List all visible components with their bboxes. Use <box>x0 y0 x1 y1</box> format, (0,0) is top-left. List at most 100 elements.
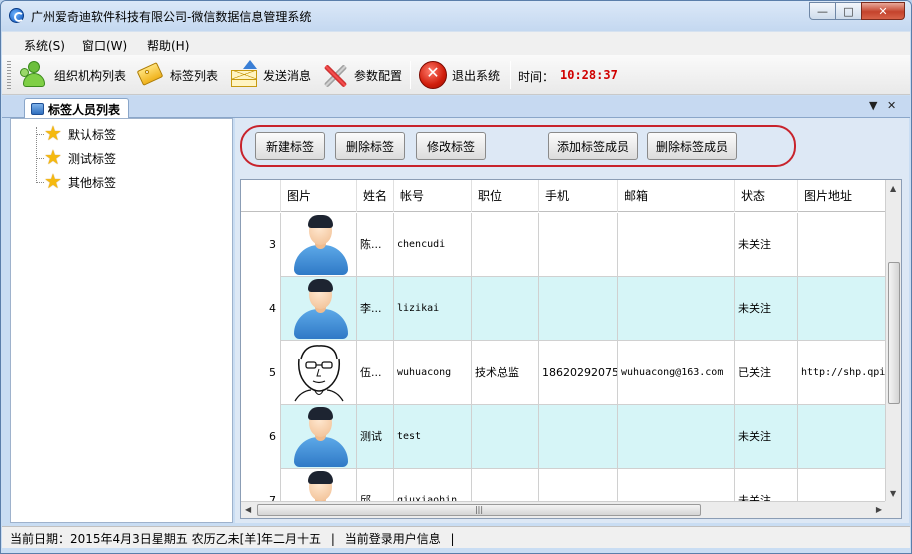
scroll-left-icon[interactable]: ◀ <box>245 505 251 514</box>
vertical-scroll-thumb[interactable] <box>888 262 900 404</box>
table-row[interactable]: 3 陈... chencudi 未关注 <box>241 213 886 277</box>
horizontal-scroll-thumb[interactable]: ||| <box>257 504 701 516</box>
menu-help[interactable]: 帮助(H) <box>147 37 189 54</box>
tree-item-label: 默认标签 <box>68 127 117 142</box>
column-header-phone[interactable]: 手机 <box>539 180 618 212</box>
tree-item-test[interactable]: 测试标签 <box>36 145 117 169</box>
table-row[interactable]: 5 伍... wuhuacong 技术总监 18620292075 wuhuacong@1… <box>241 341 886 405</box>
app-logo-icon <box>9 8 24 23</box>
column-header-position[interactable]: 职位 <box>472 180 539 212</box>
column-header-rownum[interactable] <box>241 180 281 212</box>
cell-position <box>472 277 539 341</box>
add-member-button[interactable]: 添加标签成员 <box>548 132 638 160</box>
exit-label: 退出系统 <box>452 68 501 83</box>
maximize-button[interactable]: □ <box>835 2 862 20</box>
cell-image-url: http://shp.qpic <box>798 341 886 405</box>
status-separator: | <box>330 532 335 546</box>
cell-photo <box>281 341 357 405</box>
users-icon <box>20 60 50 90</box>
cell-account: wuhuacong <box>394 341 472 405</box>
window-controls: — □ ✕ <box>809 2 905 20</box>
cell-rownum: 5 <box>241 341 281 405</box>
param-config-button[interactable]: 参数配置 <box>320 59 402 91</box>
star-icon <box>44 121 64 145</box>
scroll-up-icon[interactable]: ▲ <box>890 184 896 193</box>
cell-position <box>472 405 539 469</box>
close-button[interactable]: ✕ <box>861 2 905 20</box>
cell-phone: 18620292075 <box>539 341 618 405</box>
edit-tag-button[interactable]: 修改标签 <box>416 132 486 160</box>
column-header-account[interactable]: 帐号 <box>394 180 472 212</box>
menu-bar: 系统(S) 窗口(W) 帮助(H) <box>2 31 910 55</box>
current-user-info[interactable]: 当前登录用户信息 <box>345 532 441 546</box>
new-tag-button[interactable]: 新建标签 <box>255 132 325 160</box>
cell-photo <box>281 405 357 469</box>
close-tab-icon[interactable]: ✕ <box>887 99 896 112</box>
menu-system[interactable]: 系统(S) <box>24 37 65 54</box>
remove-member-button[interactable]: 删除标签成员 <box>647 132 737 160</box>
menu-window[interactable]: 窗口(W) <box>82 37 127 54</box>
cell-email <box>618 213 735 277</box>
param-config-label: 参数配置 <box>354 68 403 83</box>
document-tab-strip: 标签人员列表 ▼ ✕ <box>2 96 910 119</box>
cell-email <box>618 405 735 469</box>
org-list-button[interactable]: 组织机构列表 <box>20 59 126 91</box>
avatar-icon <box>285 215 353 275</box>
tab-label: 标签人员列表 <box>48 102 121 117</box>
tree-item-default[interactable]: 默认标签 <box>36 121 117 145</box>
scroll-corner <box>885 501 901 518</box>
toolbar-separator <box>510 61 511 89</box>
toolbar: 组织机构列表 标签列表 发送消息 参数配置 ✕ 退出系统 时间： 10:28:3… <box>2 55 910 95</box>
send-message-button[interactable]: 发送消息 <box>229 59 311 91</box>
column-header-photo[interactable]: 图片 <box>281 180 357 212</box>
cell-position <box>472 213 539 277</box>
cell-name: 伍... <box>357 341 394 405</box>
org-list-label: 组织机构列表 <box>54 68 127 83</box>
avatar-icon <box>285 279 353 339</box>
vertical-scrollbar[interactable]: ▲ ▼ <box>885 180 901 502</box>
title-bar[interactable]: 广州爱奇迪软件科技有限公司-微信数据信息管理系统 — □ ✕ <box>1 1 911 31</box>
toolbar-grip[interactable] <box>7 61 11 89</box>
members-grid: 图片 姓名 帐号 职位 手机 邮箱 状态 图片地址 3 陈... chencudi 未… <box>240 179 902 519</box>
cell-name: 李... <box>357 277 394 341</box>
tag-tree: 默认标签 测试标签 其他标签 <box>10 118 233 523</box>
star-icon <box>44 169 64 193</box>
cell-status: 未关注 <box>735 213 798 277</box>
column-header-image-url[interactable]: 图片地址 <box>798 180 886 212</box>
cell-image-url <box>798 277 886 341</box>
list-window-icon <box>31 103 44 115</box>
main-panel: 新建标签 删除标签 修改标签 添加标签成员 删除标签成员 图片 姓名 帐号 职位… <box>235 118 909 523</box>
scroll-down-icon[interactable]: ▼ <box>890 489 896 498</box>
tree-item-other[interactable]: 其他标签 <box>36 169 116 193</box>
horizontal-scrollbar[interactable]: ◀ ||| ▶ <box>241 501 886 518</box>
column-header-email[interactable]: 邮箱 <box>618 180 735 212</box>
column-header-status[interactable]: 状态 <box>735 180 798 212</box>
scroll-right-icon[interactable]: ▶ <box>876 505 882 514</box>
close-icon: ✕ <box>878 4 888 18</box>
cell-rownum: 4 <box>241 277 281 341</box>
cell-photo <box>281 213 357 277</box>
mail-icon <box>229 60 259 90</box>
tree-item-label: 测试标签 <box>68 151 117 166</box>
column-header-name[interactable]: 姓名 <box>357 180 394 212</box>
current-date: 当前日期：2015年4月3日星期五 农历乙未[羊]年二月十五 <box>10 532 321 546</box>
exit-button[interactable]: ✕ 退出系统 <box>418 59 500 91</box>
chevron-down-icon[interactable]: ▼ <box>869 99 877 112</box>
tag-icon <box>136 60 166 90</box>
delete-tag-button[interactable]: 删除标签 <box>335 132 405 160</box>
cell-account: chencudi <box>394 213 472 277</box>
minimize-button[interactable]: — <box>809 2 836 20</box>
star-icon <box>44 145 64 169</box>
toolbar-separator <box>410 61 411 89</box>
cell-phone <box>539 213 618 277</box>
tab-tag-members[interactable]: 标签人员列表 <box>24 98 130 119</box>
tag-list-button[interactable]: 标签列表 <box>136 59 218 91</box>
cell-status: 已关注 <box>735 341 798 405</box>
cell-status: 未关注 <box>735 405 798 469</box>
app-window: 广州爱奇迪软件科技有限公司-微信数据信息管理系统 — □ ✕ 系统(S) 窗口(… <box>0 0 912 554</box>
table-row[interactable]: 6 测试 test 未关注 <box>241 405 886 469</box>
cell-account: lizikai <box>394 277 472 341</box>
table-row[interactable]: 4 李... lizikai 未关注 <box>241 277 886 341</box>
cell-email: wuhuacong@163.com <box>618 341 735 405</box>
cell-image-url <box>798 405 886 469</box>
